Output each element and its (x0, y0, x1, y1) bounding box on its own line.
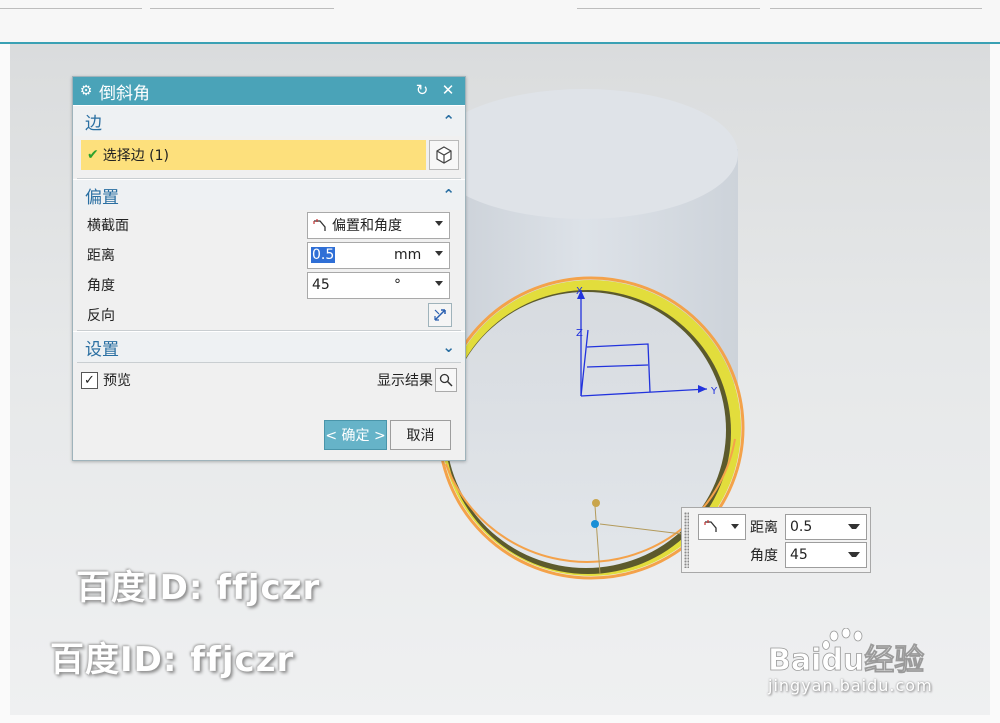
toolbar-divider (577, 8, 760, 9)
close-icon[interactable]: ✕ (439, 81, 457, 99)
dialog-title-bar[interactable]: ⚙ 倒斜角 ↻ ✕ (73, 77, 465, 105)
chevron-down-icon[interactable] (435, 250, 443, 256)
on-screen-input-box[interactable]: 距离 0.5 角度 45 (681, 507, 871, 573)
select-edge-cube-button[interactable] (429, 140, 459, 170)
float-distance-input[interactable]: 0.5 (785, 514, 867, 540)
preview-row: ✓ 预览 显示结果 (73, 363, 465, 397)
dialog-title: 倒斜角 (99, 83, 150, 104)
chevron-down-icon[interactable] (848, 524, 860, 529)
chevron-down-icon[interactable] (848, 552, 860, 557)
angle-unit: ° (394, 277, 401, 293)
chevron-up-icon[interactable]: ⌃ (442, 186, 455, 204)
float-angle-value[interactable]: 45 (786, 547, 808, 563)
angle-input[interactable]: 45 ° (307, 271, 450, 299)
reverse-direction-button[interactable] (428, 303, 452, 327)
distance-row: 距离 0.5 mm (73, 240, 465, 270)
toolbar-divider (770, 8, 982, 9)
cube-icon (436, 146, 452, 164)
magnifier-icon (439, 373, 453, 387)
show-result-label: 显示结果 (377, 373, 433, 389)
cancel-button[interactable]: 取消 (390, 420, 451, 450)
gear-icon[interactable]: ⚙ (73, 83, 99, 99)
chevron-down-icon[interactable] (435, 220, 443, 226)
distance-input[interactable]: 0.5 mm (307, 241, 450, 269)
cross-section-label: 横截面 (87, 218, 129, 234)
settings-section-header[interactable]: 设置 ⌄ (73, 331, 465, 362)
drag-grip[interactable] (684, 512, 689, 568)
chevron-down-icon[interactable] (731, 524, 739, 529)
offset-section-title: 偏置 (85, 187, 119, 208)
float-distance-label: 距离 (750, 520, 778, 536)
reverse-row: 反向 (73, 300, 465, 330)
angle-label: 角度 (87, 278, 115, 294)
reverse-label: 反向 (87, 308, 115, 324)
baidu-logo-text: Baidu经验 (768, 643, 924, 676)
chevron-down-icon[interactable] (435, 280, 443, 286)
baidu-jingyan-logo: Baidu经验 (766, 627, 946, 678)
baidu-jingyan-url: jingyan.baidu.com (768, 676, 933, 695)
edge-section-title: 边 (85, 113, 102, 134)
float-distance-value[interactable]: 0.5 (786, 519, 812, 535)
toolbar-divider (0, 8, 142, 9)
frame-bottom (0, 715, 1000, 723)
cross-section-dropdown[interactable]: 偏置和角度 (307, 211, 450, 239)
float-angle-label: 角度 (750, 548, 778, 564)
offset-angle-icon (313, 219, 326, 231)
select-edge-label: 选择边 (1) (102, 148, 170, 164)
toolbar-divider (150, 8, 334, 9)
offset-section-header[interactable]: 偏置 ⌃ (73, 179, 465, 210)
preview-checkbox[interactable]: ✓ (81, 371, 98, 389)
cross-section-type-dropdown[interactable] (698, 514, 746, 540)
dialog-button-row: < 确定 > 取消 (73, 420, 465, 450)
top-toolbar-area (0, 0, 1000, 44)
distance-label: 距离 (87, 248, 115, 264)
axis-label-z: Z (576, 328, 583, 339)
chevron-up-icon[interactable]: ⌃ (442, 112, 455, 130)
drag-handle-sphere (592, 499, 600, 507)
paw-icon: Baidu经验 (768, 627, 925, 678)
distance-unit: mm (394, 247, 422, 263)
select-edge-row[interactable]: ✔ 选择边 (1) (81, 140, 459, 170)
frame-right (990, 44, 1000, 723)
axis-label-y: Y (710, 386, 718, 397)
angle-row: 角度 45 ° (73, 270, 465, 300)
check-icon: ✔ (87, 147, 99, 163)
distance-value[interactable]: 0.5 (311, 247, 336, 263)
edge-point-handle (591, 520, 599, 528)
reverse-direction-icon (434, 309, 446, 321)
watermark-user-id: 百度ID: ffjczr (76, 568, 321, 608)
axis-label-x: X (576, 286, 583, 297)
preview-label: 预览 (103, 373, 131, 389)
frame-left (0, 44, 10, 723)
chamfer-dialog[interactable]: ⚙ 倒斜角 ↻ ✕ 边 ⌃ ✔ 选择边 (1) 偏置 ⌃ 横截面 偏置和角度 距… (72, 76, 466, 461)
cylinder-top (430, 89, 738, 219)
offset-angle-icon (704, 520, 717, 532)
reset-icon[interactable]: ↻ (413, 81, 431, 99)
cross-section-value: 偏置和角度 (332, 218, 402, 234)
cross-section-row: 横截面 偏置和角度 (73, 210, 465, 240)
watermark-user-id: 百度ID: ffjczr (50, 640, 295, 680)
show-result-button[interactable] (435, 368, 457, 392)
chevron-down-icon[interactable]: ⌄ (442, 338, 455, 356)
float-angle-input[interactable]: 45 (785, 542, 867, 568)
select-edge-field[interactable]: ✔ 选择边 (1) (81, 140, 426, 170)
angle-value[interactable]: 45 (308, 277, 330, 293)
settings-section-title: 设置 (85, 339, 119, 360)
edge-section-header[interactable]: 边 ⌃ (73, 105, 465, 136)
ok-button[interactable]: < 确定 > (324, 420, 387, 450)
